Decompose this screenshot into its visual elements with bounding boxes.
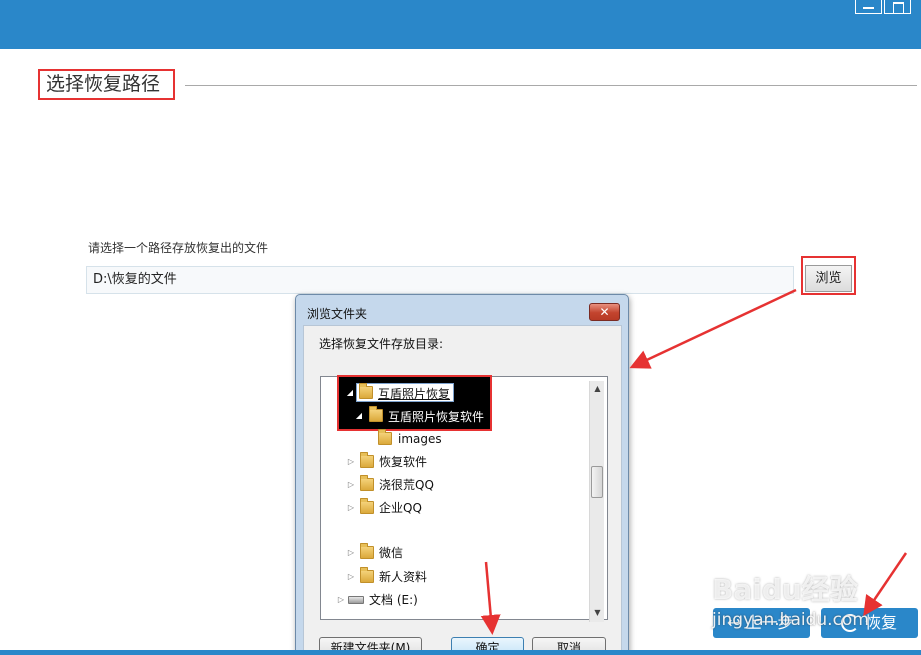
maximize-button[interactable] [884,0,911,14]
scroll-down-icon[interactable]: ▼ [590,605,605,621]
folder-icon [369,406,383,422]
previous-step-label: 上一步 [745,613,794,632]
dialog-title: 浏览文件夹 [307,307,368,321]
tree-item-label: 浇很荒QQ [379,478,434,492]
tree-item-label: 新人资料 [379,570,428,584]
tree-item-label: images [398,432,442,446]
tree-item-label: 恢复软件 [379,455,428,469]
scroll-thumb[interactable] [591,466,603,498]
bottom-bar [0,650,921,655]
arrow-to-dialog [629,288,797,369]
tree-item-label: 企业QQ [379,501,422,515]
collapsed-arrow-icon[interactable]: ▷ [346,498,356,518]
title-bar [0,0,921,49]
close-icon: ✕ [599,305,610,319]
watermark-logo: Baidu经验 [712,573,858,606]
collapsed-arrow-icon[interactable]: ▷ [346,475,356,495]
path-prompt: 请选择一个路径存放恢复出的文件 [88,241,269,255]
folder-icon [360,475,374,491]
section-title: 选择恢复路径 [38,69,175,100]
collapsed-arrow-icon[interactable]: ▷ [346,567,356,587]
dialog-label: 选择恢复文件存放目录: [319,337,444,351]
folder-icon [360,452,374,468]
arrow-left-icon: ↩ [727,613,741,632]
minimize-button[interactable] [855,0,882,14]
tree-scrollbar[interactable]: ▲ ▼ [589,381,604,622]
previous-step-button[interactable]: ↩ 上一步 [713,608,810,638]
tree-item-label[interactable]: 互盾照片恢复软件 [388,408,484,425]
tree-item-label: 文档 (E:) [369,593,418,607]
expanded-arrow-icon[interactable]: ◢ [345,383,355,403]
browse-button[interactable]: 浏览 [805,265,852,292]
tree-item-label: 微信 [379,546,404,560]
collapsed-arrow-icon[interactable]: ▷ [346,543,356,563]
folder-icon [360,567,374,583]
folder-icon [360,498,374,514]
drive-icon [348,596,364,604]
arrow-to-restore [863,552,908,617]
folder-icon [359,383,373,399]
tree-item-label[interactable]: 互盾照片恢复 [378,385,450,402]
folder-icon [378,429,392,445]
expanded-arrow-icon[interactable]: ◢ [354,406,364,426]
restore-icon [841,614,859,632]
restore-button[interactable]: 恢复 [821,608,918,638]
scroll-up-icon[interactable]: ▲ [590,381,605,397]
folder-icon [360,543,374,559]
path-input[interactable]: D:\恢复的文件 [86,266,794,294]
collapsed-arrow-icon[interactable]: ▷ [336,590,346,610]
restore-label: 恢复 [865,613,898,632]
collapsed-arrow-icon[interactable]: ▷ [346,452,356,472]
title-divider [185,85,917,86]
app-window: 选择恢复路径 请选择一个路径存放恢复出的文件 D:\恢复的文件 浏览 浏览文件夹… [0,0,921,655]
close-button[interactable]: ✕ [589,303,620,321]
